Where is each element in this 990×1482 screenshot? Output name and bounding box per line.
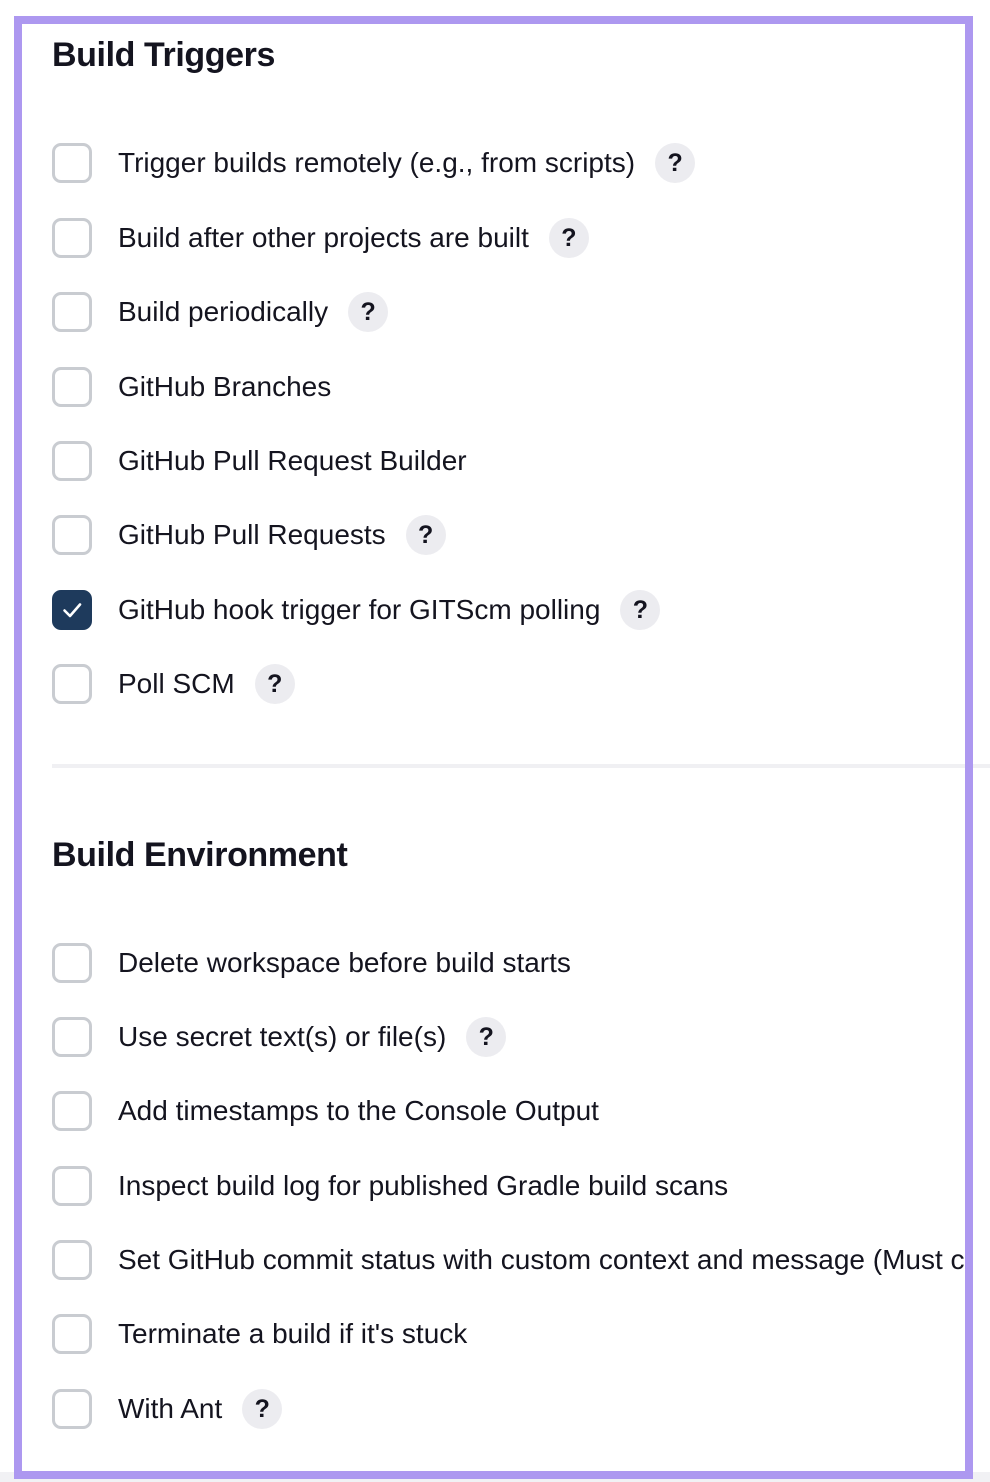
help-icon[interactable]: ?	[348, 292, 389, 332]
help-icon[interactable]: ?	[466, 1017, 507, 1057]
checkbox[interactable]	[52, 292, 92, 332]
checkbox[interactable]	[52, 515, 92, 555]
option-poll-scm[interactable]: Poll SCM ?	[52, 661, 295, 707]
option-label[interactable]: Terminate a build if it's stuck	[118, 1318, 467, 1350]
checkbox[interactable]	[52, 1240, 92, 1280]
checkbox[interactable]	[52, 367, 92, 407]
checkbox[interactable]	[52, 943, 92, 983]
help-icon[interactable]: ?	[620, 590, 661, 630]
checkbox-checked[interactable]	[52, 590, 92, 630]
option-label[interactable]: Set GitHub commit status with custom con…	[118, 1244, 965, 1276]
option-label[interactable]: GitHub hook trigger for GITScm polling	[118, 594, 600, 626]
option-label[interactable]: Inspect build log for published Gradle b…	[118, 1170, 728, 1202]
help-icon[interactable]: ?	[242, 1389, 283, 1429]
option-github-branches[interactable]: GitHub Branches	[52, 364, 331, 410]
help-icon[interactable]: ?	[655, 143, 696, 183]
option-trigger-builds-remotely[interactable]: Trigger builds remotely (e.g., from scri…	[52, 140, 696, 186]
option-label[interactable]: GitHub Pull Requests	[118, 519, 386, 551]
page-bottom-strip	[0, 1472, 990, 1482]
option-label[interactable]: GitHub Branches	[118, 371, 331, 403]
option-label[interactable]: Poll SCM	[118, 668, 235, 700]
option-github-pull-requests[interactable]: GitHub Pull Requests ?	[52, 512, 446, 558]
option-terminate-stuck-build[interactable]: Terminate a build if it's stuck	[52, 1311, 467, 1357]
option-label[interactable]: Build after other projects are built	[118, 222, 529, 254]
checkbox[interactable]	[52, 441, 92, 481]
section-divider	[52, 764, 990, 768]
option-label[interactable]: Add timestamps to the Console Output	[118, 1095, 599, 1127]
option-label[interactable]: Delete workspace before build starts	[118, 947, 571, 979]
option-github-pull-request-builder[interactable]: GitHub Pull Request Builder	[52, 438, 467, 484]
jenkins-job-config-page: Build Triggers Trigger builds remotely (…	[0, 0, 990, 1482]
checkbox[interactable]	[52, 1166, 92, 1206]
help-icon[interactable]: ?	[548, 218, 589, 258]
option-build-after-other-projects[interactable]: Build after other projects are built ?	[52, 215, 589, 261]
option-github-hook-trigger[interactable]: GitHub hook trigger for GITScm polling ?	[52, 587, 661, 633]
option-use-secret-text[interactable]: Use secret text(s) or file(s) ?	[52, 1014, 507, 1060]
checkbox[interactable]	[52, 664, 92, 704]
option-delete-workspace[interactable]: Delete workspace before build starts	[52, 940, 571, 986]
option-label[interactable]: Build periodically	[118, 296, 328, 328]
option-build-periodically[interactable]: Build periodically ?	[52, 289, 389, 335]
option-with-ant[interactable]: With Ant ?	[52, 1386, 283, 1432]
option-label[interactable]: GitHub Pull Request Builder	[118, 445, 467, 477]
build-triggers-title: Build Triggers	[52, 36, 275, 74]
option-label[interactable]: Use secret text(s) or file(s)	[118, 1021, 446, 1053]
build-environment-title: Build Environment	[52, 836, 348, 874]
option-set-github-commit-status[interactable]: Set GitHub commit status with custom con…	[52, 1237, 965, 1283]
checkbox[interactable]	[52, 143, 92, 183]
checkbox[interactable]	[52, 218, 92, 258]
checkbox[interactable]	[52, 1091, 92, 1131]
help-icon[interactable]: ?	[254, 664, 295, 704]
checkbox[interactable]	[52, 1017, 92, 1057]
help-icon[interactable]: ?	[405, 515, 446, 555]
option-label[interactable]: Trigger builds remotely (e.g., from scri…	[118, 147, 635, 179]
option-label[interactable]: With Ant	[118, 1393, 222, 1425]
option-add-timestamps[interactable]: Add timestamps to the Console Output	[52, 1088, 599, 1134]
checkbox[interactable]	[52, 1389, 92, 1429]
option-inspect-gradle-build-scans[interactable]: Inspect build log for published Gradle b…	[52, 1163, 728, 1209]
check-icon	[63, 603, 82, 618]
checkbox[interactable]	[52, 1314, 92, 1354]
